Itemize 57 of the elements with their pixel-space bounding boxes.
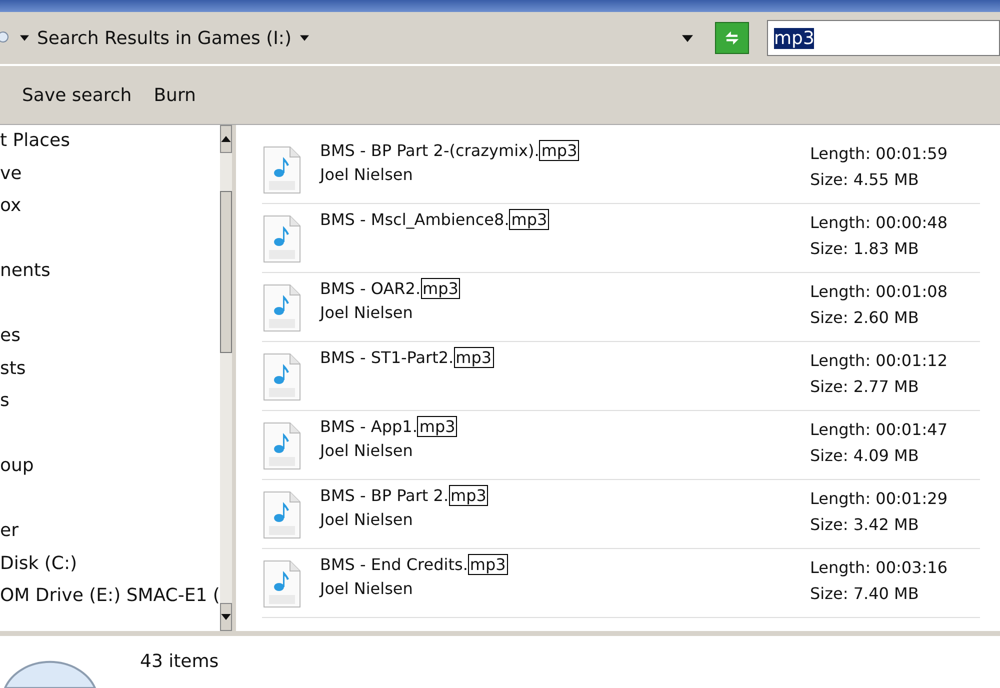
sidebar-item[interactable]: ox xyxy=(0,192,220,224)
up-arrow-icon[interactable] xyxy=(220,136,231,142)
music-file-icon xyxy=(262,145,302,195)
music-file-icon xyxy=(262,352,302,402)
size-text: Size: 4.55 MB xyxy=(810,169,920,191)
length-text: Length: 00:01:08 xyxy=(810,281,949,303)
item-count: 43 items xyxy=(140,651,219,674)
size-text: Size: 4.09 MB xyxy=(810,445,920,467)
sidebar-item[interactable]: oup xyxy=(0,452,220,484)
artist-text: Joel Nielsen xyxy=(320,164,414,186)
file-name[interactable]: BMS - App1.mp3 xyxy=(320,415,792,439)
sidebar-item[interactable]: nents xyxy=(0,257,220,290)
sidebar-item[interactable]: ve xyxy=(0,160,220,192)
music-file-icon xyxy=(262,559,302,609)
file-name[interactable]: BMS - Mscl_Ambience8.mp3 xyxy=(320,208,792,232)
sidebar-item[interactable]: es xyxy=(0,322,220,354)
sidebar-item[interactable]: sts xyxy=(0,354,220,387)
length-text: Length: 00:01:59 xyxy=(810,143,949,165)
sidebar-item[interactable]: t Places xyxy=(0,127,220,160)
refresh-button[interactable] xyxy=(715,22,749,54)
scrollbar[interactable] xyxy=(220,125,236,631)
artist-text: Joel Nielsen xyxy=(320,578,414,600)
length-text: Length: 00:01:29 xyxy=(810,488,949,510)
size-text: Size: 3.42 MB xyxy=(810,514,920,536)
artist-text: Joel Nielsen xyxy=(320,302,414,324)
down-arrow-icon[interactable] xyxy=(220,614,231,620)
length-text: Length: 00:01:47 xyxy=(810,419,949,441)
file-name[interactable]: BMS - BP Part 2.mp3 xyxy=(320,484,792,508)
toolbar-button[interactable]: Burn xyxy=(148,80,202,110)
artist-text: Joel Nielsen xyxy=(320,440,414,462)
file-name[interactable]: BMS - ST1-Part2.mp3 xyxy=(320,346,792,370)
music-file-icon xyxy=(262,214,302,264)
sidebar-item[interactable]: Disk (C:) xyxy=(0,550,220,582)
length-text: Length: 00:00:48 xyxy=(810,212,949,234)
music-file-icon xyxy=(262,283,302,333)
size-text: Size: 1.83 MB xyxy=(810,238,920,260)
size-text: Size: 2.77 MB xyxy=(810,376,920,398)
artist-text: Joel Nielsen xyxy=(320,509,414,531)
location-text[interactable]: Search Results in Games (I:) xyxy=(37,28,292,48)
scroll-thumb[interactable] xyxy=(220,191,232,353)
length-text: Length: 00:01:12 xyxy=(810,350,949,372)
sidebar-item[interactable]: OM Drive (E:) SMAC-E1 ( xyxy=(0,582,220,614)
caret-icon[interactable] xyxy=(300,35,309,41)
sidebar-item[interactable]: er xyxy=(0,517,220,550)
caret-icon[interactable] xyxy=(20,35,29,41)
music-file-icon xyxy=(262,421,302,471)
size-text: Size: 2.60 MB xyxy=(810,307,920,329)
sidebar-item[interactable]: s xyxy=(0,387,220,420)
dropdown-caret-icon[interactable] xyxy=(682,34,693,42)
file-name[interactable]: BMS - OAR2.mp3 xyxy=(320,277,792,301)
length-text: Length: 00:03:16 xyxy=(810,557,949,579)
search-field[interactable]: mp3 xyxy=(767,20,1000,56)
size-text: Size: 7.40 MB xyxy=(810,583,920,605)
file-name[interactable]: BMS - End Credits.mp3 xyxy=(320,553,792,577)
toolbar-button[interactable]: Save search xyxy=(16,80,138,110)
file-name[interactable]: BMS - BP Part 2-(crazymix).mp3 xyxy=(320,139,792,163)
music-file-icon xyxy=(262,490,302,540)
